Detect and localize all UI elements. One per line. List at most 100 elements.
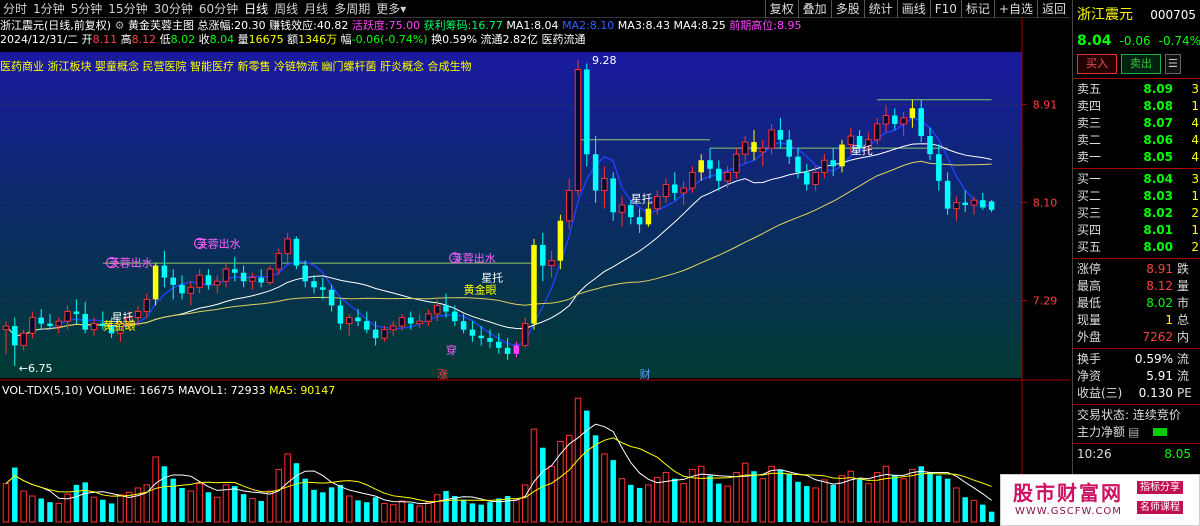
- candle-body: [540, 244, 546, 266]
- candle-body: [161, 265, 168, 278]
- candle-body: [821, 159, 828, 173]
- golden-eye-label: 黄金眼: [103, 319, 136, 333]
- overlay-button[interactable]: 叠加: [797, 0, 831, 18]
- gear-icon[interactable]: ⚙: [115, 19, 125, 32]
- candle-body: [302, 265, 308, 282]
- order-label: 卖三: [1077, 116, 1102, 130]
- sector-tag: 肝炎概念: [380, 60, 428, 73]
- candle-body: [830, 160, 836, 167]
- candle-body: [768, 129, 775, 149]
- tab-5min[interactable]: 5分钟: [68, 0, 106, 18]
- candle-body: [953, 202, 960, 210]
- volume-bar: [628, 484, 634, 522]
- volume-bar: [73, 484, 80, 522]
- volume-bar: [707, 475, 713, 522]
- tab-30min[interactable]: 30分钟: [151, 0, 196, 18]
- star-signal-label: 星托: [481, 270, 503, 284]
- price-tick-label: 8.10: [1033, 197, 1058, 210]
- volume-bars: [2, 397, 995, 523]
- kline-chart[interactable]: 8.918.107.29400003000020000 9.28←6.75芙蓉出…: [0, 18, 1070, 526]
- tab-monthly[interactable]: 月线: [301, 0, 331, 18]
- tab-daily[interactable]: 日线: [241, 0, 271, 18]
- cai-marker: 财: [640, 367, 651, 381]
- candle-body: [733, 153, 740, 173]
- f10-button[interactable]: F10: [929, 0, 961, 18]
- stats-button[interactable]: 统计: [863, 0, 897, 18]
- sell-level-row[interactable]: 卖四 8.08 1: [1073, 98, 1200, 115]
- volume-bar: [900, 478, 907, 523]
- order-qty: 3: [1191, 172, 1199, 186]
- sell-button[interactable]: 卖出: [1121, 54, 1161, 74]
- ohlc-label: 流通: [480, 33, 503, 46]
- buy-button[interactable]: 买入: [1077, 54, 1117, 74]
- sell-level-row[interactable]: 卖一 8.05 4: [1073, 149, 1200, 166]
- sector-tag: 浙江板块: [47, 60, 95, 73]
- order-qty: 4: [1191, 116, 1199, 130]
- back-button[interactable]: 返回: [1036, 0, 1070, 18]
- trade-status-text: 交易状态: 连续竞价: [1077, 408, 1181, 422]
- multi-stock-button[interactable]: 多股: [830, 0, 864, 18]
- order-price: 8.02: [1143, 206, 1173, 220]
- candle-body: [628, 205, 634, 218]
- mark-button[interactable]: 标记: [960, 0, 994, 18]
- order-price: 8.07: [1143, 116, 1173, 130]
- order-label: 买四: [1077, 223, 1102, 237]
- candle-body: [672, 184, 678, 193]
- order-price: 8.03: [1143, 189, 1173, 203]
- draw-line-button[interactable]: 画线: [896, 0, 930, 18]
- tab-60min[interactable]: 60分钟: [196, 0, 241, 18]
- trade-buttons: 买入 卖出 ☰: [1073, 52, 1200, 76]
- order-qty: 1: [1191, 189, 1199, 203]
- tab-1min[interactable]: 1分钟: [30, 0, 68, 18]
- volume-bar: [416, 505, 423, 523]
- volume-bar: [249, 497, 256, 523]
- sector-tag: 幽门螺杆菌: [321, 60, 380, 73]
- tab-fenshi[interactable]: 分时: [0, 0, 30, 18]
- volume-bar: [170, 478, 176, 522]
- buy-level-row[interactable]: 买一 8.04 3: [1073, 171, 1200, 188]
- chevron-down-icon: ▾: [400, 1, 407, 16]
- metric-value: 8.25: [701, 19, 730, 32]
- volume-bar: [759, 478, 767, 523]
- tab-multi-period[interactable]: 多周期: [331, 0, 373, 18]
- stat-value: 1: [1165, 313, 1173, 327]
- menu-icon[interactable]: ☰: [1165, 54, 1181, 74]
- tab-more[interactable]: 更多▾: [373, 0, 409, 18]
- stat-label: 最低: [1077, 296, 1102, 310]
- volume-bar: [29, 495, 36, 523]
- ohlc-label: 额: [287, 33, 299, 46]
- buy-level-row[interactable]: 买二 8.03 1: [1073, 188, 1200, 205]
- volume-bar: [601, 453, 608, 523]
- buy-level-row[interactable]: 买五 8.00 2: [1073, 239, 1200, 256]
- candle-body: [698, 160, 704, 173]
- metric-value: 8.43: [645, 19, 674, 32]
- fuquan-button[interactable]: 复权: [764, 0, 798, 18]
- candle-body: [970, 199, 978, 206]
- indicator-header: 浙江震元(日线,前复权) ⚙ 黄金芙蓉主图 总涨幅:20.30 赚钱效应:40.…: [0, 19, 1030, 33]
- buy-level-row[interactable]: 买三 8.02 2: [1073, 205, 1200, 222]
- sell-level-row[interactable]: 卖三 8.07 4: [1073, 115, 1200, 132]
- candle-body: [882, 114, 890, 125]
- tab-15min[interactable]: 15分钟: [105, 0, 150, 18]
- sector-tag: 民营医院: [142, 60, 190, 73]
- stat-label: 净资: [1077, 369, 1102, 383]
- volume-bar: [320, 492, 326, 522]
- buy-level-row[interactable]: 买四 8.01 1: [1073, 222, 1200, 239]
- candle-body: [716, 168, 722, 181]
- candle-body: [707, 160, 713, 169]
- candle-body: [64, 311, 71, 322]
- volume-value: 16675: [139, 384, 178, 397]
- volume-header: VOL-TDX(5,10) VOLUME: 16675 MAVOL1: 7293…: [2, 384, 335, 398]
- quote-stock-code: 000705: [1150, 8, 1196, 22]
- volume-bar: [100, 499, 106, 522]
- candle-body: [724, 171, 731, 182]
- tab-weekly[interactable]: 周线: [271, 0, 301, 18]
- volume-bar: [355, 500, 361, 522]
- header-industry: 医药流通: [541, 33, 586, 46]
- add-watchlist-button[interactable]: +自选: [993, 0, 1037, 18]
- chuan-label: 穿: [446, 343, 457, 357]
- bar-chart-icon[interactable]: ▤: [1128, 424, 1139, 441]
- sell-level-row[interactable]: 卖二 8.06 4: [1073, 132, 1200, 149]
- sell-level-row[interactable]: 卖五 8.09 3: [1073, 81, 1200, 98]
- volume-indicator-name: VOL-TDX(5,10): [2, 384, 87, 397]
